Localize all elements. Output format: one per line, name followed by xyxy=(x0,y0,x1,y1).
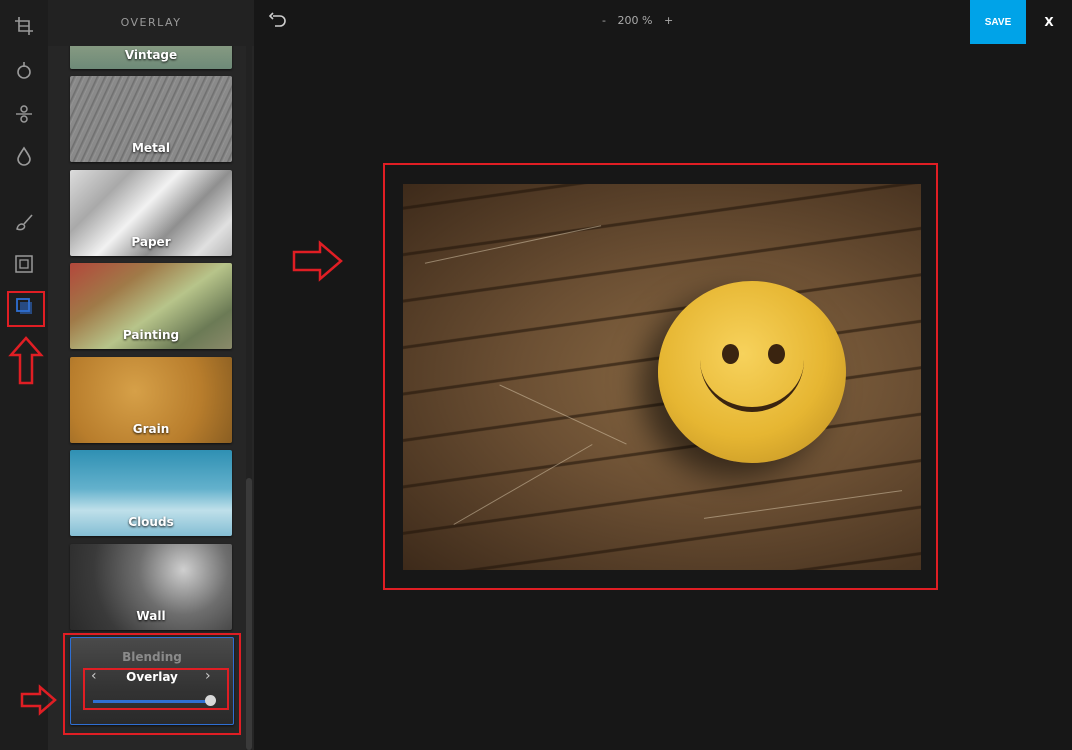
frame-icon[interactable] xyxy=(8,248,40,280)
highlight-overlay-tool xyxy=(7,291,45,327)
tile-label: Vintage xyxy=(124,48,178,62)
highlight-blend-mode xyxy=(83,668,229,710)
zoom-in-button[interactable]: + xyxy=(664,14,673,27)
overlay-tile-clouds[interactable]: Clouds xyxy=(70,450,232,536)
zoom-control: - 200 % + xyxy=(598,14,677,27)
adjust-icon[interactable] xyxy=(8,98,40,130)
tile-label: Clouds xyxy=(128,515,174,529)
tile-label: Painting xyxy=(122,328,180,342)
undo-icon[interactable] xyxy=(268,10,288,30)
brush-icon[interactable] xyxy=(8,206,40,238)
tile-label: Metal xyxy=(131,141,171,155)
panel-title: OVERLAY xyxy=(48,0,254,46)
save-button[interactable]: SAVE xyxy=(970,0,1026,44)
overlay-tile-paper[interactable]: Paper xyxy=(70,170,232,256)
drop-icon[interactable] xyxy=(8,140,40,172)
close-button[interactable]: X xyxy=(1030,0,1068,44)
crop-icon[interactable] xyxy=(8,10,40,42)
tile-label: Paper xyxy=(131,235,171,249)
overlay-tile-metal[interactable]: Metal xyxy=(70,76,232,162)
right-arrow-icon xyxy=(20,684,57,716)
brightness-icon[interactable] xyxy=(8,54,40,86)
highlight-canvas xyxy=(383,163,938,590)
overlay-tile-grain[interactable]: Grain xyxy=(70,357,232,443)
up-arrow-icon xyxy=(8,336,44,385)
zoom-level: 200 % xyxy=(617,14,653,27)
overlay-tile-wall[interactable]: Wall xyxy=(70,544,232,630)
tile-label: Wall xyxy=(136,609,166,623)
overlay-tile-painting[interactable]: Painting xyxy=(70,263,232,349)
zoom-out-button[interactable]: - xyxy=(602,14,606,27)
panel-scrollbar-thumb[interactable] xyxy=(246,478,252,750)
right-arrow-icon xyxy=(292,240,343,282)
tile-label: Grain xyxy=(132,422,170,436)
